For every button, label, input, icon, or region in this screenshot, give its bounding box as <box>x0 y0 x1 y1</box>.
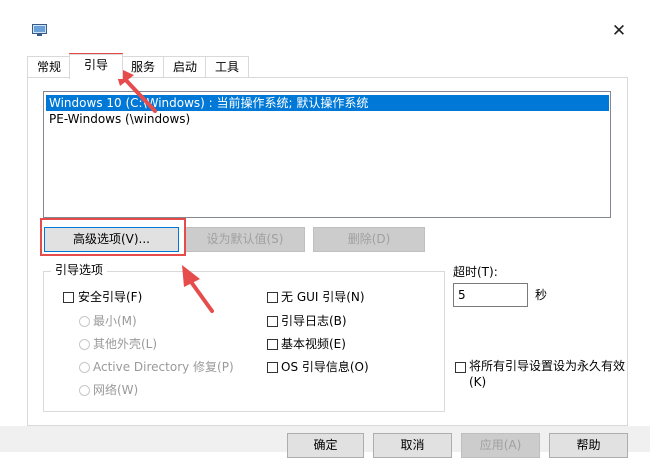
minimal-label: 最小(M) <box>93 314 137 328</box>
tab-tools[interactable]: 工具 <box>205 56 249 78</box>
base-video-label: 基本视频(E) <box>281 337 346 351</box>
make-permanent-checkbox[interactable] <box>455 362 466 373</box>
os-boot-info-label: OS 引导信息(O) <box>281 360 369 374</box>
timeout-input[interactable]: 5 <box>453 283 528 307</box>
tab-services[interactable]: 服务 <box>121 56 165 78</box>
boot-log-label: 引导日志(B) <box>281 314 347 328</box>
tab-startup[interactable]: 启动 <box>163 56 207 78</box>
boot-log-checkbox[interactable] <box>267 316 278 327</box>
alternate-shell-label: 其他外壳(L) <box>93 337 158 351</box>
os-list-item[interactable]: Windows 10 (C:\Windows) : 当前操作系统; 默认操作系统 <box>46 95 609 111</box>
ok-button[interactable]: 确定 <box>287 433 364 458</box>
no-gui-boot-checkbox[interactable] <box>267 292 278 303</box>
active-directory-radio[interactable] <box>79 362 90 373</box>
apply-button[interactable]: 应用(A) <box>461 433 540 458</box>
boot-options-legend: 引导选项 <box>51 263 108 277</box>
delete-button[interactable]: 删除(D) <box>313 227 425 252</box>
os-list-item[interactable]: PE-Windows (\windows) <box>46 111 190 127</box>
title-bar <box>0 0 650 44</box>
make-permanent-label: 将所有引导设置设为永久有效 <box>469 359 626 373</box>
set-default-button[interactable]: 设为默认值(S) <box>185 227 305 252</box>
cancel-button[interactable]: 取消 <box>373 433 452 458</box>
alternate-shell-radio[interactable] <box>79 339 90 350</box>
timeout-label: 超时(T): <box>453 265 498 279</box>
no-gui-boot-label: 无 GUI 引导(N) <box>281 290 365 304</box>
os-boot-info-checkbox[interactable] <box>267 362 278 373</box>
active-directory-label: Active Directory 修复(P) <box>93 360 234 374</box>
safe-boot-label: 安全引导(F) <box>78 290 143 304</box>
system-config-icon <box>32 24 47 36</box>
network-label: 网络(W) <box>93 383 139 397</box>
advanced-options-button[interactable]: 高级选项(V)... <box>44 227 179 252</box>
tab-general[interactable]: 常规 <box>27 56 71 78</box>
base-video-checkbox[interactable] <box>267 339 278 350</box>
help-button[interactable]: 帮助 <box>549 433 628 458</box>
safe-boot-checkbox[interactable] <box>63 292 74 303</box>
minimal-radio[interactable] <box>79 316 90 327</box>
os-listbox[interactable]: Windows 10 (C:\Windows) : 当前操作系统; 默认操作系统… <box>43 91 611 218</box>
close-icon[interactable]: ✕ <box>606 18 632 44</box>
network-radio[interactable] <box>79 385 90 396</box>
make-permanent-label-shortcut: (K) <box>469 375 487 389</box>
tab-boot[interactable]: 引导 <box>69 54 123 79</box>
timeout-unit: 秒 <box>535 288 548 302</box>
